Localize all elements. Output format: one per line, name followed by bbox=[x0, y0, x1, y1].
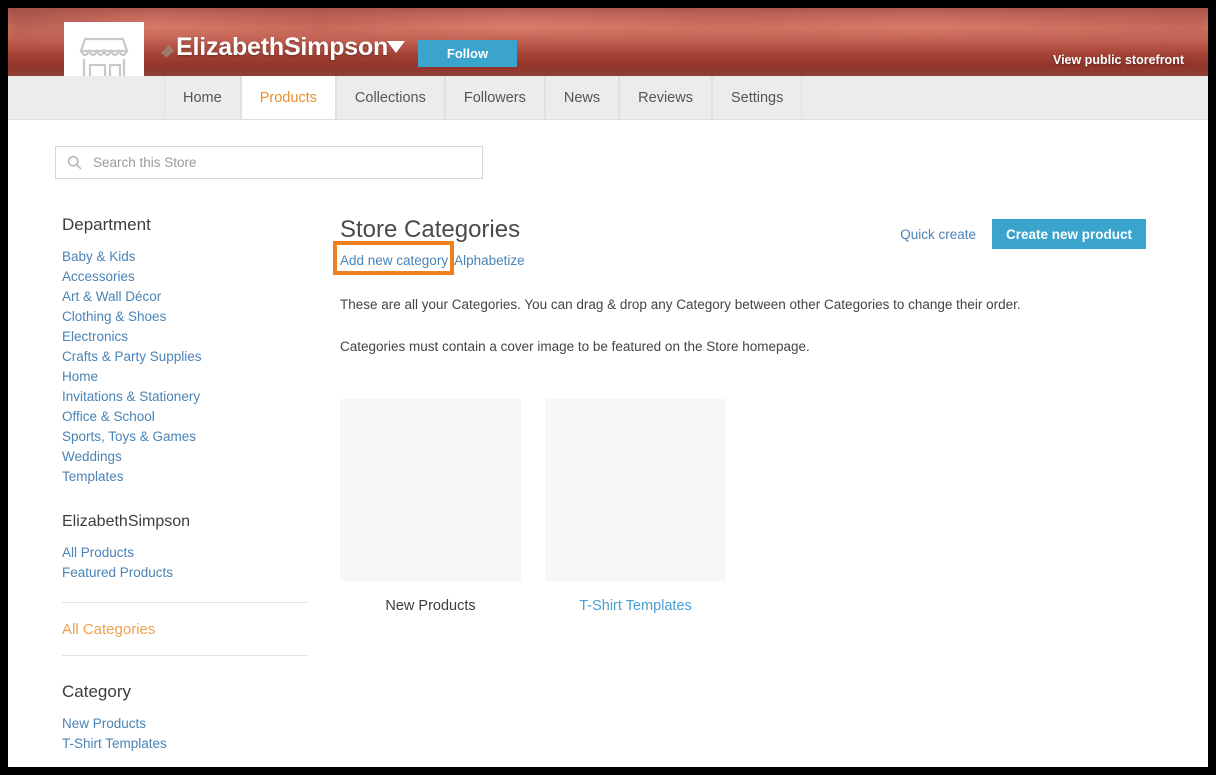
alphabetize-link[interactable]: Alphabetize bbox=[454, 253, 525, 268]
page-body: Department Baby & Kids Accessories Art &… bbox=[8, 120, 1208, 767]
category-card-label[interactable]: T-Shirt Templates bbox=[545, 598, 726, 614]
sidebar-item-home[interactable]: Home bbox=[62, 367, 305, 387]
sidebar-item-accessories[interactable]: Accessories bbox=[62, 267, 305, 287]
tab-news[interactable]: News bbox=[544, 76, 620, 119]
sidebar-item-baby-kids[interactable]: Baby & Kids bbox=[62, 247, 305, 267]
tab-settings[interactable]: Settings bbox=[711, 76, 803, 119]
sidebar-divider-bottom bbox=[62, 655, 307, 656]
category-card-label[interactable]: New Products bbox=[340, 598, 521, 614]
nav-tab-list: Home Products Collections Followers News… bbox=[164, 76, 803, 119]
category-action-links: Add new category Alphabetize bbox=[333, 241, 1146, 275]
add-new-category-link[interactable]: Add new category bbox=[340, 253, 448, 268]
category-card[interactable]: New Products bbox=[340, 399, 521, 614]
follow-button[interactable]: Follow bbox=[418, 40, 517, 67]
store-name: ElizabethSimpson bbox=[176, 33, 389, 61]
content-actions: Quick create Create new product bbox=[900, 219, 1146, 249]
store-banner: ElizabethSimpson Follow View public stor… bbox=[8, 8, 1208, 76]
store-heading: ElizabethSimpson bbox=[62, 513, 191, 530]
view-public-storefront-link[interactable]: View public storefront bbox=[1053, 53, 1184, 67]
search-icon bbox=[67, 155, 82, 170]
browser-frame: ElizabethSimpson Follow View public stor… bbox=[8, 8, 1208, 767]
description-line-2: Categories must contain a cover image to… bbox=[340, 339, 810, 354]
sidebar-item-electronics[interactable]: Electronics bbox=[62, 327, 305, 347]
store-section: ElizabethSimpson All Products Featured P… bbox=[55, 513, 305, 583]
tab-products[interactable]: Products bbox=[240, 76, 336, 119]
sidebar-item-t-shirt-templates[interactable]: T-Shirt Templates bbox=[62, 734, 305, 754]
tab-followers[interactable]: Followers bbox=[444, 76, 545, 119]
search-input[interactable] bbox=[91, 154, 465, 171]
pin-icon bbox=[161, 45, 174, 58]
category-heading: Category bbox=[62, 682, 131, 701]
sidebar-item-featured-products[interactable]: Featured Products bbox=[62, 563, 305, 583]
sidebar-item-crafts-party-supplies[interactable]: Crafts & Party Supplies bbox=[62, 347, 305, 367]
category-cover-placeholder bbox=[340, 399, 521, 581]
sidebar-divider-top bbox=[62, 602, 307, 603]
tab-reviews[interactable]: Reviews bbox=[619, 76, 712, 119]
category-section: Category New Products T-Shirt Templates bbox=[55, 682, 305, 754]
sidebar-item-invitations-stationery[interactable]: Invitations & Stationery bbox=[62, 387, 305, 407]
category-card[interactable]: T-Shirt Templates bbox=[545, 399, 726, 614]
sidebar: Department Baby & Kids Accessories Art &… bbox=[55, 215, 307, 754]
sidebar-item-all-products[interactable]: All Products bbox=[62, 543, 305, 563]
storefront-icon bbox=[79, 37, 129, 76]
create-new-product-button[interactable]: Create new product bbox=[991, 219, 1146, 249]
main-navigation: Home Products Collections Followers News… bbox=[8, 76, 1208, 120]
store-search[interactable] bbox=[55, 146, 483, 179]
tab-collections[interactable]: Collections bbox=[335, 76, 445, 119]
department-list: Baby & Kids Accessories Art & Wall Décor… bbox=[62, 247, 305, 487]
department-heading: Department bbox=[62, 215, 151, 234]
sidebar-item-new-products[interactable]: New Products bbox=[62, 714, 305, 734]
main-content: Quick create Create new product Store Ca… bbox=[333, 215, 1146, 614]
sidebar-item-clothing-shoes[interactable]: Clothing & Shoes bbox=[62, 307, 305, 327]
store-link-list: All Products Featured Products bbox=[62, 543, 305, 583]
category-list: New Products T-Shirt Templates bbox=[62, 714, 305, 754]
sidebar-item-art-wall-decor[interactable]: Art & Wall Décor bbox=[62, 287, 305, 307]
sidebar-item-all-categories[interactable]: All Categories bbox=[62, 621, 305, 638]
tab-home[interactable]: Home bbox=[164, 76, 241, 119]
store-logo bbox=[64, 22, 144, 76]
chevron-down-icon[interactable] bbox=[387, 41, 405, 53]
description-line-1: These are all your Categories. You can d… bbox=[340, 297, 1021, 312]
sidebar-item-sports-toys-games[interactable]: Sports, Toys & Games bbox=[62, 427, 305, 447]
sidebar-item-templates[interactable]: Templates bbox=[62, 467, 305, 487]
quick-create-link[interactable]: Quick create bbox=[900, 227, 976, 242]
category-cover-placeholder bbox=[545, 399, 726, 581]
sidebar-item-office-school[interactable]: Office & School bbox=[62, 407, 305, 427]
sidebar-item-weddings[interactable]: Weddings bbox=[62, 447, 305, 467]
category-card-grid: New Products T-Shirt Templates bbox=[340, 399, 1146, 614]
